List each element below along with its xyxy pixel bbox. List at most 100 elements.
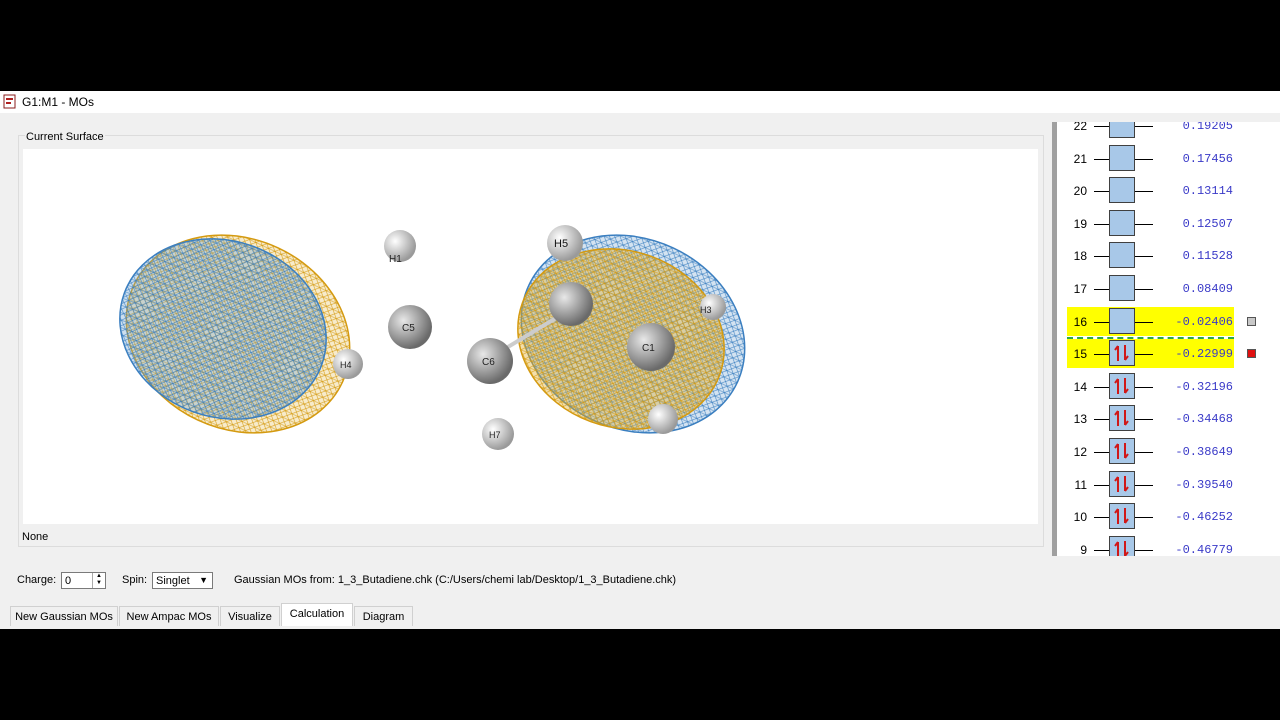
electron-pair-icon xyxy=(1114,540,1129,556)
mo-energy: 0.08409 xyxy=(1182,282,1233,296)
mo-level-line xyxy=(1094,223,1109,225)
mo-level-line xyxy=(1094,517,1109,519)
tab-new-gaussian-mos[interactable]: New Gaussian MOs xyxy=(10,606,118,626)
mo-number: 20 xyxy=(1073,184,1087,199)
occupied-orbital-box[interactable] xyxy=(1109,340,1135,367)
empty-orbital-box[interactable] xyxy=(1109,122,1135,138)
mo-energy: -0.22999 xyxy=(1175,347,1233,362)
atom-label-c1: C1 xyxy=(642,343,655,354)
charge-spinbox[interactable]: 0 ▲ ▼ xyxy=(61,572,106,589)
mo-energy: -0.34468 xyxy=(1175,412,1233,427)
orbital-surface-render[interactable]: H1 C5 C6 H4 H7 H5 C1 H3 xyxy=(23,149,1038,524)
mo-energy: -0.32196 xyxy=(1175,379,1233,394)
chevron-down-icon: ▼ xyxy=(199,575,208,585)
orbital-color-swatch[interactable] xyxy=(1247,316,1256,326)
mo-level-line xyxy=(1135,126,1153,127)
empty-orbital-box[interactable] xyxy=(1109,307,1135,334)
mo-number: 22 xyxy=(1073,122,1087,133)
empty-orbital-box[interactable] xyxy=(1109,242,1135,269)
electron-pair-icon xyxy=(1114,443,1129,459)
mo-number: 19 xyxy=(1073,216,1087,231)
atom-label-h3: H3 xyxy=(700,305,712,315)
mo-number: 12 xyxy=(1073,445,1087,459)
occupied-orbital-box[interactable] xyxy=(1109,372,1135,399)
mo-level-line xyxy=(1135,386,1153,388)
current-surface-label: Current Surface xyxy=(25,131,105,143)
mo-level-line xyxy=(1094,126,1109,127)
mo-level-row[interactable]: 18 0.11528 xyxy=(1057,240,1280,273)
atom-label-h1: H1 xyxy=(389,254,402,265)
mo-number: 21 xyxy=(1073,151,1087,166)
empty-orbital-box[interactable] xyxy=(1109,144,1135,171)
mo-level-line xyxy=(1094,419,1109,421)
title-bar: G1:M1 - MOs xyxy=(0,91,1280,113)
electron-pair-icon xyxy=(1114,345,1129,362)
mo-level-line xyxy=(1094,158,1109,160)
empty-orbital-box[interactable] xyxy=(1109,209,1135,236)
surface-status: None xyxy=(22,531,49,543)
orbital-color-swatch[interactable] xyxy=(1247,349,1256,359)
mo-level-row[interactable]: 15 -0.22999 xyxy=(1057,338,1280,371)
mo-number: 16 xyxy=(1073,314,1087,329)
window-title: G1:M1 - MOs xyxy=(22,95,95,109)
mo-energy-diagram[interactable]: 22 0.19205 21 0.17456 20 0.13114 19 0.12507 18 0.… xyxy=(1052,122,1280,556)
mo-level-row[interactable]: 10 -0.46252 xyxy=(1057,501,1280,534)
mo-level-line xyxy=(1094,484,1109,486)
tab-diagram[interactable]: Diagram xyxy=(354,606,413,626)
mo-level-line xyxy=(1135,321,1153,323)
app-icon xyxy=(3,94,16,109)
charge-label: Charge: xyxy=(17,574,57,586)
mo-level-row[interactable]: 22 0.19205 xyxy=(1057,122,1280,143)
mo-level-line xyxy=(1135,419,1153,421)
mo-level-row[interactable]: 9 -0.46779 xyxy=(1057,534,1280,556)
mo-energy: 0.11528 xyxy=(1182,249,1233,264)
mo-number: 14 xyxy=(1073,379,1087,394)
mo-energy: -0.39540 xyxy=(1175,477,1233,492)
mo-level-line xyxy=(1094,289,1109,290)
mo-level-line xyxy=(1135,452,1153,453)
mo-source-path: Gaussian MOs from: 1_3_Butadiene.chk (C:… xyxy=(234,574,677,586)
mo-level-row[interactable]: 13 -0.34468 xyxy=(1057,403,1280,436)
mo-number: 18 xyxy=(1073,249,1087,264)
occupied-orbital-box[interactable] xyxy=(1109,438,1135,464)
mo-level-row[interactable]: 20 0.13114 xyxy=(1057,175,1280,208)
mo-number: 15 xyxy=(1073,347,1087,362)
mo-energy: -0.02406 xyxy=(1175,314,1233,329)
spin-arrows-icon[interactable]: ▲ ▼ xyxy=(92,573,105,588)
mo-number: 17 xyxy=(1073,282,1087,296)
mo-level-row[interactable]: 17 0.08409 xyxy=(1057,273,1280,306)
mo-level-line xyxy=(1135,223,1153,225)
mo-level-line xyxy=(1135,289,1153,290)
mo-level-row[interactable]: 21 0.17456 xyxy=(1057,143,1280,176)
atom-label-h5: H5 xyxy=(554,238,568,250)
occupied-orbital-box[interactable] xyxy=(1109,405,1135,432)
empty-orbital-box[interactable] xyxy=(1109,275,1135,301)
occupied-orbital-box[interactable] xyxy=(1109,470,1135,497)
mo-level-row[interactable]: 14 -0.32196 xyxy=(1057,371,1280,404)
homo-lumo-gap-line xyxy=(1067,337,1234,340)
molecule-viewport[interactable]: H1 C5 C6 H4 H7 H5 C1 H3 xyxy=(23,149,1038,524)
tab-new-ampac-mos[interactable]: New Ampac MOs xyxy=(119,606,219,626)
mo-energy: 0.17456 xyxy=(1182,151,1233,166)
tab-visualize[interactable]: Visualize xyxy=(220,606,280,626)
mo-number: 13 xyxy=(1073,412,1087,427)
empty-orbital-box[interactable] xyxy=(1109,177,1135,204)
mo-level-row[interactable]: 12 -0.38649 xyxy=(1057,436,1280,469)
mo-level-row[interactable]: 19 0.12507 xyxy=(1057,208,1280,241)
mo-energy: -0.46779 xyxy=(1175,542,1233,556)
atom-label-h7: H7 xyxy=(489,430,501,440)
spin-label: Spin: xyxy=(122,574,148,586)
occupied-orbital-box[interactable] xyxy=(1109,535,1135,556)
charge-value: 0 xyxy=(65,575,72,587)
mo-level-row[interactable]: 16 -0.02406 xyxy=(1057,306,1280,339)
atom-label-h4: H4 xyxy=(340,360,352,370)
spin-select[interactable]: Singlet ▼ xyxy=(152,572,213,589)
tab-calculation[interactable]: Calculation xyxy=(281,603,353,626)
occupied-orbital-box[interactable] xyxy=(1109,503,1135,530)
mo-level-line xyxy=(1094,354,1109,356)
mo-number: 10 xyxy=(1073,510,1087,525)
electron-pair-icon xyxy=(1114,410,1129,427)
mo-level-row[interactable]: 11 -0.39540 xyxy=(1057,469,1280,502)
mo-level-line xyxy=(1135,517,1153,519)
atom-label-c6: C6 xyxy=(482,357,495,368)
